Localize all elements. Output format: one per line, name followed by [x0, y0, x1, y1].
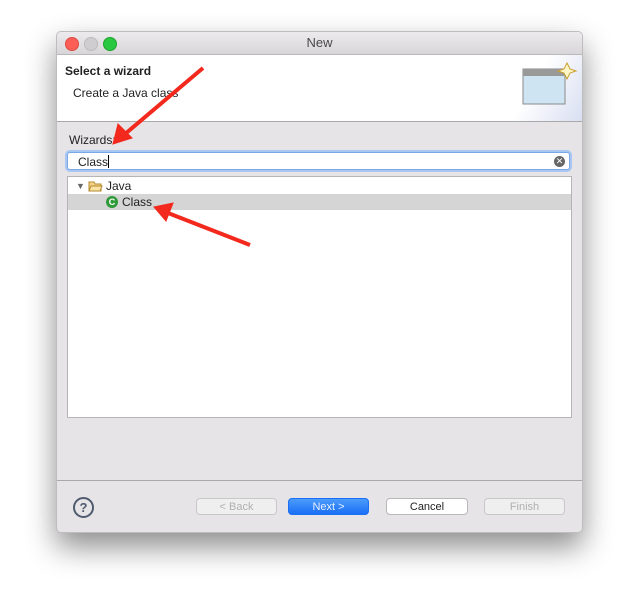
folder-open-icon [88, 181, 103, 192]
minimize-button[interactable] [84, 37, 98, 51]
next-button[interactable]: Next > [288, 498, 369, 515]
tree-item-label: Class [122, 195, 153, 209]
wizards-label: Wizards: [69, 133, 116, 147]
clear-search-icon[interactable]: ✕ [554, 156, 565, 167]
tree-item-class[interactable]: C Class [68, 194, 571, 210]
expand-triangle-icon[interactable]: ▼ [76, 178, 85, 194]
wizard-tree[interactable]: ▼ Java C Class [67, 176, 572, 418]
new-wizard-dialog: New Select a wizard Create a Java class … [56, 31, 583, 533]
cancel-button[interactable]: Cancel [386, 498, 468, 515]
back-button[interactable]: < Back [196, 498, 277, 515]
finish-button[interactable]: Finish [484, 498, 565, 515]
zoom-button[interactable] [103, 37, 117, 51]
search-value: Class [78, 155, 109, 169]
divider [57, 480, 582, 481]
header-title: Select a wizard [65, 64, 152, 78]
java-class-icon: C [106, 196, 118, 208]
tree-item-label: Java [106, 179, 132, 193]
wizard-header: Select a wizard Create a Java class [57, 55, 582, 122]
header-subtitle: Create a Java class [73, 86, 179, 100]
window-title: New [306, 35, 333, 50]
close-button[interactable] [65, 37, 79, 51]
title-bar: New [57, 32, 582, 55]
tree-item-java[interactable]: ▼ Java [68, 178, 571, 194]
wizard-banner-icon [502, 55, 582, 121]
help-icon[interactable]: ? [73, 497, 94, 518]
wizard-filter-input[interactable]: Class ✕ [67, 152, 570, 170]
